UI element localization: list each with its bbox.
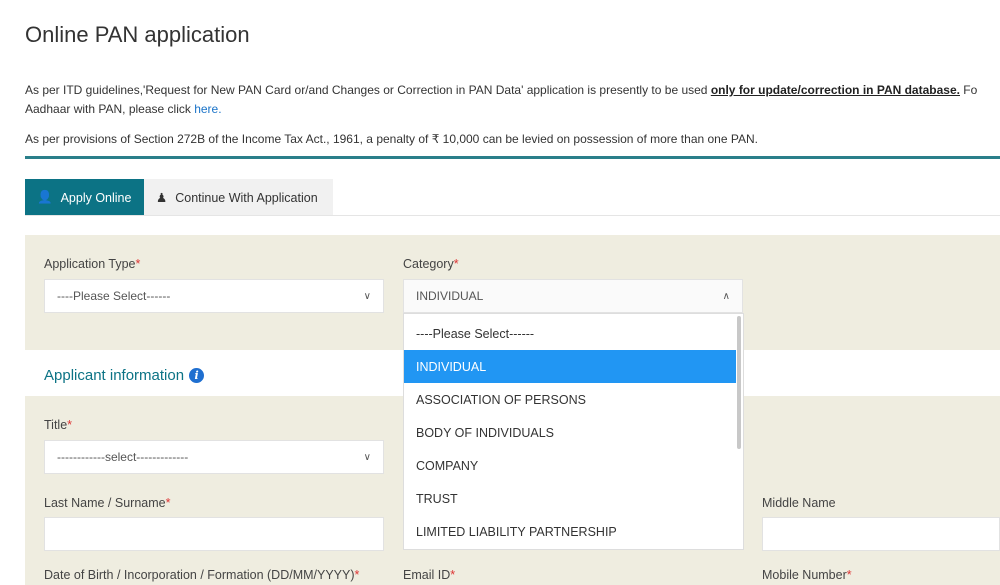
middle-name-input[interactable] xyxy=(762,517,1000,551)
divider xyxy=(25,156,1000,159)
title-select[interactable]: ------------select------------- ∨ xyxy=(44,440,384,474)
select-value: INDIVIDUAL xyxy=(416,289,484,303)
notice-text: As per ITD guidelines,'Request for New P… xyxy=(25,83,711,97)
chevron-down-icon: ∨ xyxy=(363,290,371,302)
info-icon[interactable]: i xyxy=(189,368,205,383)
middle-name-label: Middle Name xyxy=(762,496,836,510)
page-title: Online PAN application xyxy=(25,22,250,47)
category-label: Category* xyxy=(403,257,459,271)
section-title: Applicant information xyxy=(44,367,185,384)
user-add-icon: 👤 xyxy=(37,190,53,204)
divider xyxy=(25,215,1000,216)
user-form-icon: ♟ xyxy=(156,191,168,205)
mobile-label: Mobile Number* xyxy=(762,568,852,582)
last-name-input[interactable] xyxy=(44,517,384,551)
select-value: ------------select------------- xyxy=(57,450,189,464)
category-select[interactable]: INDIVIDUAL ∧ xyxy=(403,279,743,313)
chevron-up-icon: ∧ xyxy=(722,290,730,302)
section-applicant-information: Applicant information i xyxy=(44,367,205,384)
penalty-notice: As per provisions of Section 272B of the… xyxy=(25,132,758,146)
tab-apply-online[interactable]: 👤 Apply Online xyxy=(25,179,144,216)
option-individual[interactable]: INDIVIDUAL xyxy=(404,350,736,383)
notice-text: Aadhaar with PAN, please click xyxy=(25,102,195,116)
category-dropdown-list: ----Please Select------ INDIVIDUAL ASSOC… xyxy=(403,313,744,550)
notice-text: Fo xyxy=(959,83,978,97)
tab-label: Continue With Application xyxy=(175,190,318,205)
application-type-select[interactable]: ----Please Select------ ∨ xyxy=(44,279,384,313)
option-body-of-individuals[interactable]: BODY OF INDIVIDUALS xyxy=(404,416,736,449)
option-association-of-persons[interactable]: ASSOCIATION OF PERSONS xyxy=(404,383,736,416)
select-value: ----Please Select------ xyxy=(57,289,171,303)
notice-paragraph: As per ITD guidelines,'Request for New P… xyxy=(25,81,1000,119)
chevron-down-icon: ∨ xyxy=(363,451,371,463)
scrollbar[interactable] xyxy=(737,316,741,449)
tab-continue-with-application[interactable]: ♟ Continue With Application xyxy=(144,179,333,216)
here-link[interactable]: here. xyxy=(194,102,221,116)
dob-label: Date of Birth / Incorporation / Formatio… xyxy=(44,568,360,582)
option-company[interactable]: COMPANY xyxy=(404,449,736,482)
application-type-label: Application Type* xyxy=(44,257,141,271)
tab-label: Apply Online xyxy=(60,190,132,205)
email-label: Email ID* xyxy=(403,568,456,582)
notice-bold: only for update/correction in PAN databa… xyxy=(710,83,960,97)
option-please-select[interactable]: ----Please Select------ xyxy=(404,317,736,350)
title-label: Title* xyxy=(44,418,73,432)
option-llp[interactable]: LIMITED LIABILITY PARTNERSHIP xyxy=(404,515,736,548)
option-trust[interactable]: TRUST xyxy=(404,482,736,515)
last-name-label: Last Name / Surname* xyxy=(44,496,171,510)
